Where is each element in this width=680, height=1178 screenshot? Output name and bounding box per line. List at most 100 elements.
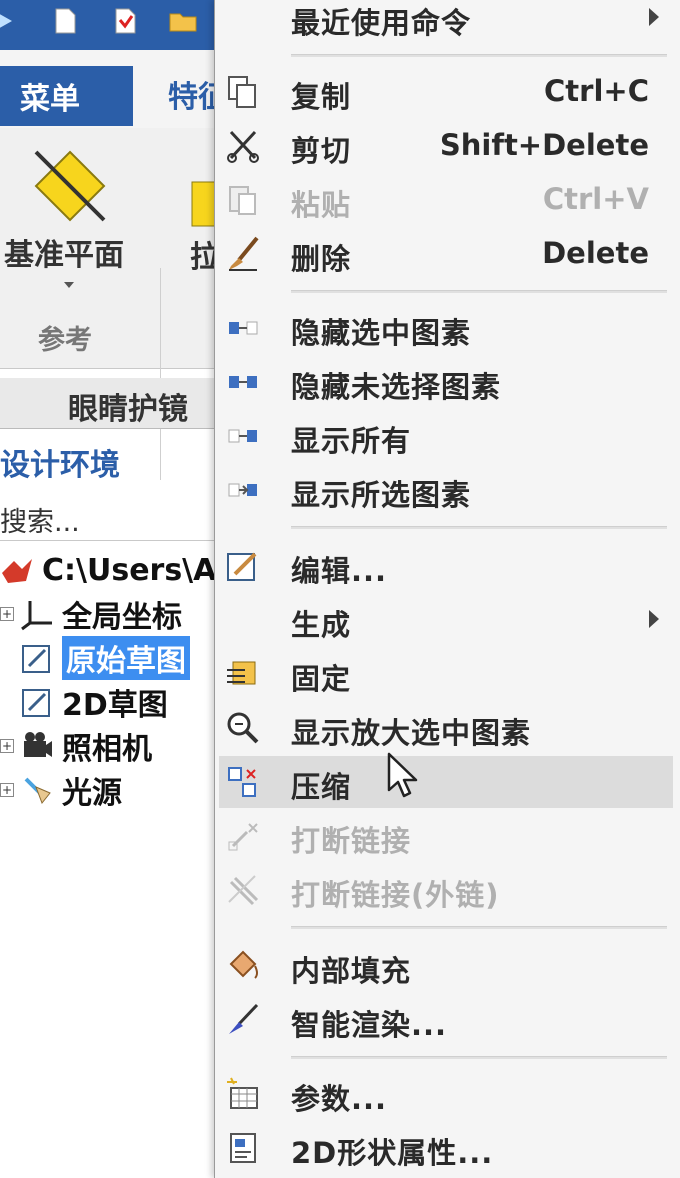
divider bbox=[0, 540, 220, 541]
render-icon bbox=[229, 1003, 259, 1034]
menu-item-label: 生成 bbox=[291, 608, 352, 642]
menu-item-label: 最近使用命令 bbox=[291, 6, 472, 40]
context-menu: 最近使用命令 复制 Ctrl+C 剪切 Shift+Delete 粘贴 Ctrl… bbox=[214, 0, 680, 1178]
menu-item-hide-selected[interactable]: 隐藏选中图素 bbox=[215, 302, 673, 354]
fix-icon bbox=[227, 661, 256, 685]
tree-item-label: 原始草图 bbox=[62, 636, 190, 680]
menu-item-label: 显示所有 bbox=[291, 424, 412, 458]
menu-item-label: 压缩 bbox=[291, 770, 352, 804]
menu-separator bbox=[291, 526, 667, 529]
tree-item-label: 光源 bbox=[62, 776, 122, 811]
menu-item-hide-unselected[interactable]: 隐藏未选择图素 bbox=[215, 356, 673, 408]
shortcut-label: Delete bbox=[542, 236, 649, 270]
brush-delete-icon bbox=[229, 236, 259, 271]
menu-separator bbox=[291, 290, 667, 293]
menu-item-generate[interactable]: 生成 bbox=[215, 594, 673, 646]
axes-icon bbox=[21, 601, 52, 631]
menu-item-fix[interactable]: 固定 bbox=[215, 648, 673, 700]
tree-item-label: C:\Users\A bbox=[42, 552, 217, 588]
folder-icon[interactable] bbox=[168, 6, 198, 36]
app-logo-icon bbox=[0, 14, 12, 28]
break-external-link-icon bbox=[228, 875, 259, 906]
tree-item-root[interactable]: C:\Users\A bbox=[0, 548, 216, 592]
light-icon bbox=[24, 777, 51, 804]
menu-item-recent-commands[interactable]: 最近使用命令 bbox=[215, 0, 673, 44]
expand-toggle[interactable]: + bbox=[0, 607, 14, 621]
shortcut-label: Ctrl+V bbox=[542, 182, 649, 216]
edit-icon bbox=[227, 552, 257, 581]
tree-item-original-sketch[interactable]: 原始草图 bbox=[0, 636, 190, 680]
sketch-icon bbox=[22, 645, 50, 673]
menu-separator bbox=[291, 926, 667, 929]
tree-search-input[interactable]: 搜索... bbox=[0, 500, 80, 539]
expand-toggle[interactable]: + bbox=[0, 739, 14, 753]
hide-unselected-icon bbox=[229, 376, 257, 388]
menu-item-parameters[interactable]: 参数... bbox=[215, 1068, 673, 1120]
application-window: 菜单 特征 基准平面 拉 参考 眼睛护镜 设计环境 搜索... C:\Users… bbox=[0, 0, 220, 1178]
zoom-icon bbox=[227, 712, 259, 744]
menu-item-label: 编辑... bbox=[291, 554, 388, 588]
menu-item-label: 隐藏未选择图素 bbox=[291, 370, 502, 404]
menu-item-smart-render[interactable]: 智能渲染... bbox=[215, 994, 673, 1046]
expand-toggle[interactable]: + bbox=[0, 783, 14, 797]
tree-item-light[interactable]: + 光源 bbox=[0, 768, 122, 812]
tree-item-camera[interactable]: + 照相机 bbox=[0, 724, 152, 768]
tree-item-label: 2D草图 bbox=[62, 688, 168, 723]
sketch-icon bbox=[22, 689, 50, 717]
hide-selected-icon bbox=[229, 321, 258, 335]
tree-item-global-coords[interactable]: + 全局坐标 bbox=[0, 592, 182, 636]
menu-item-show-all[interactable]: 显示所有 bbox=[215, 410, 673, 462]
menu-separator bbox=[291, 54, 667, 57]
menu-item-inner-fill[interactable]: 内部填充 bbox=[215, 940, 673, 992]
ribbon-group-label: 参考 bbox=[38, 325, 92, 356]
datum-plane-icon bbox=[34, 150, 106, 222]
open-file-icon[interactable] bbox=[110, 6, 140, 36]
compress-icon bbox=[228, 767, 256, 797]
menu-item-compress[interactable]: 压缩 bbox=[219, 756, 673, 808]
menu-item-zoom-selected[interactable]: 显示放大选中图素 bbox=[215, 702, 673, 754]
shape-properties-icon bbox=[230, 1133, 256, 1163]
menu-item-label: 隐藏选中图素 bbox=[291, 316, 472, 350]
menu-item-break-link[interactable]: 打断链接 bbox=[215, 810, 673, 862]
menu-item-label: 复制 bbox=[291, 80, 352, 114]
paste-icon bbox=[229, 186, 256, 215]
menu-item-delete[interactable]: 删除 Delete bbox=[215, 228, 673, 280]
submenu-arrow-icon bbox=[649, 8, 659, 26]
menu-item-label: 参数... bbox=[291, 1082, 388, 1116]
panel-tab-eyewear[interactable]: 眼睛护镜 bbox=[68, 384, 188, 428]
camera-icon bbox=[24, 732, 52, 757]
menu-item-label: 粘贴 bbox=[291, 188, 352, 222]
menu-item-label: 剪切 bbox=[291, 134, 352, 168]
tree-item-label: 照相机 bbox=[62, 732, 152, 767]
menu-item-label: 固定 bbox=[291, 662, 352, 696]
menu-item-label: 打断链接(外链) bbox=[291, 878, 500, 912]
menu-separator bbox=[291, 1056, 667, 1059]
submenu-arrow-icon bbox=[649, 610, 659, 628]
menu-item-break-external-link[interactable]: 打断链接(外链) bbox=[215, 864, 673, 916]
menu-item-cut[interactable]: 剪切 Shift+Delete bbox=[215, 120, 673, 172]
shortcut-label: Ctrl+C bbox=[544, 74, 649, 108]
tab-feature[interactable]: 特征 bbox=[168, 72, 220, 116]
scene-icon bbox=[2, 559, 32, 583]
menu-item-edit[interactable]: 编辑... bbox=[215, 540, 673, 592]
title-bar bbox=[0, 0, 220, 50]
tree-item-2d-sketch[interactable]: 2D草图 bbox=[0, 680, 168, 724]
menu-item-label: 显示放大选中图素 bbox=[291, 716, 532, 750]
tab-menu[interactable]: 菜单 bbox=[0, 66, 133, 126]
mouse-cursor-icon bbox=[387, 752, 418, 798]
tree-item-label: 全局坐标 bbox=[62, 600, 182, 635]
show-all-icon bbox=[228, 429, 257, 443]
menu-item-label: 删除 bbox=[291, 242, 352, 276]
ribbon-group-divider bbox=[160, 268, 161, 480]
datum-plane-button[interactable]: 基准平面 bbox=[4, 230, 124, 274]
menu-item-2d-shape-properties[interactable]: 2D形状属性... bbox=[215, 1122, 673, 1174]
chevron-down-icon[interactable] bbox=[62, 280, 76, 290]
new-file-icon[interactable] bbox=[50, 6, 80, 36]
menu-item-label: 2D形状属性... bbox=[291, 1136, 494, 1170]
show-selected-icon bbox=[228, 483, 257, 497]
fill-icon bbox=[229, 950, 258, 979]
menu-item-paste[interactable]: 粘贴 Ctrl+V bbox=[215, 174, 673, 226]
menu-item-show-selected[interactable]: 显示所选图素 bbox=[215, 464, 673, 516]
menu-item-copy[interactable]: 复制 Ctrl+C bbox=[215, 66, 673, 118]
copy-icon bbox=[228, 76, 256, 108]
